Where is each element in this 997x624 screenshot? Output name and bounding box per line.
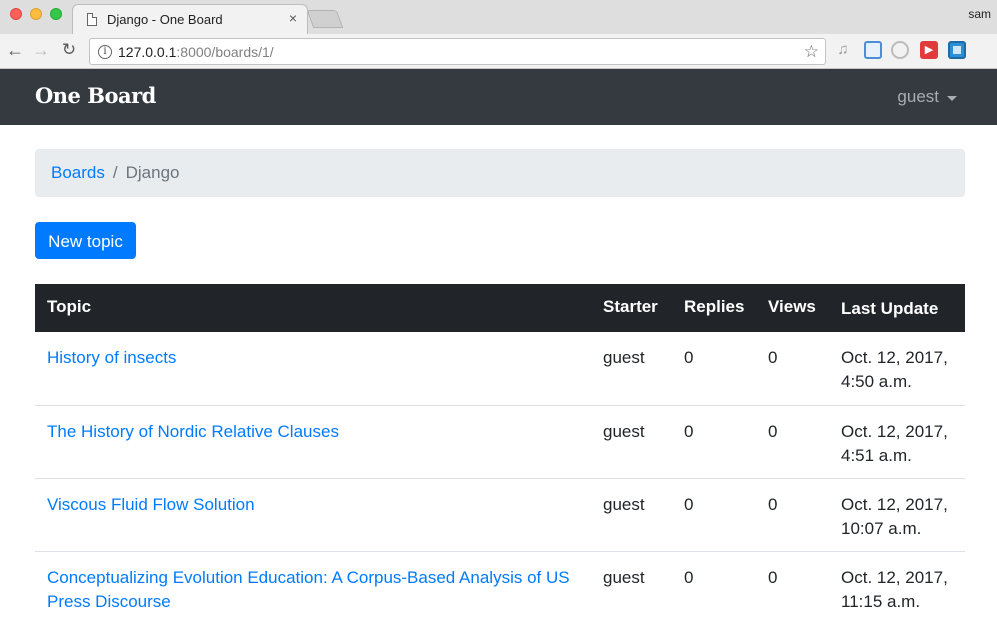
last-update-date: Oct. 12, 2017,	[841, 422, 948, 441]
last-update-date: Oct. 12, 2017,	[841, 495, 948, 514]
window-minimize-button[interactable]	[30, 8, 42, 20]
topic-replies: 0	[684, 348, 694, 367]
browser-tabstrip: Django - One Board × sam	[0, 0, 997, 34]
last-update-time: 10:07 a.m.	[841, 519, 922, 538]
header-last-update: Last Update	[841, 299, 939, 318]
topic-starter: guest	[603, 348, 645, 367]
table-header: Topic Starter Replies Views Last Update	[35, 284, 965, 332]
brand-logo[interactable]: One Board	[35, 83, 156, 108]
last-update-time: 4:50 a.m.	[841, 372, 912, 391]
play-extension-icon[interactable]: ▶	[920, 41, 938, 59]
table-row: History of insects guest 0 0 Oct. 12, 20…	[35, 332, 965, 406]
topic-views: 0	[768, 348, 778, 367]
topic-replies: 0	[684, 422, 694, 441]
topic-link[interactable]: The History of Nordic Relative Clauses	[47, 420, 587, 444]
topic-views: 0	[768, 495, 778, 514]
reload-icon[interactable]: ↻	[58, 39, 80, 61]
address-bar[interactable]: i 127.0.0.1:8000/boards/1/ ☆	[89, 38, 826, 65]
window-close-button[interactable]	[10, 8, 22, 20]
breadcrumb-separator: /	[112, 163, 118, 182]
caret-down-icon	[947, 96, 957, 101]
window-maximize-button[interactable]	[50, 8, 62, 20]
topic-last-update: Oct. 12, 2017, 4:50 a.m.	[841, 346, 961, 394]
topic-replies: 0	[684, 568, 694, 587]
table-row: Viscous Fluid Flow Solution guest 0 0 Oc…	[35, 479, 965, 552]
headphones-extension-icon[interactable]	[891, 41, 909, 59]
header-topic: Topic	[47, 297, 92, 316]
cast-extension-icon[interactable]	[864, 41, 882, 59]
site-navbar: One Board guest	[0, 69, 997, 125]
info-icon[interactable]: i	[98, 45, 112, 59]
topic-link[interactable]: Viscous Fluid Flow Solution	[47, 493, 587, 517]
header-replies: Replies	[684, 297, 745, 316]
topic-starter: guest	[603, 422, 645, 441]
forward-icon[interactable]: →	[30, 39, 52, 61]
topic-last-update: Oct. 12, 2017, 10:07 a.m.	[841, 493, 961, 541]
bookmark-star-icon[interactable]: ☆	[804, 42, 819, 62]
back-icon[interactable]: ←	[4, 39, 26, 61]
topic-starter: guest	[603, 495, 645, 514]
browser-toolbar: ← → ↻ i 127.0.0.1:8000/boards/1/ ☆ ♫ ▶	[0, 34, 997, 69]
url-path: :8000/boards/1/	[176, 44, 274, 60]
last-update-time: 4:51 a.m.	[841, 446, 912, 465]
topic-views: 0	[768, 422, 778, 441]
new-tab-button[interactable]	[306, 10, 344, 28]
topic-replies: 0	[684, 495, 694, 514]
tab-title: Django - One Board	[107, 12, 223, 27]
page-icon	[87, 13, 97, 26]
music-extension-icon[interactable]: ♫	[834, 41, 852, 59]
breadcrumb-current: Django	[125, 163, 180, 182]
topics-table: Topic Starter Replies Views Last Update …	[35, 284, 965, 624]
user-dropdown-label: guest	[897, 87, 939, 106]
table-row: The History of Nordic Relative Clauses g…	[35, 406, 965, 479]
reader-extension-icon[interactable]	[948, 41, 966, 59]
topic-views: 0	[768, 568, 778, 587]
topic-last-update: Oct. 12, 2017, 11:15 a.m.	[841, 566, 961, 614]
profile-name[interactable]: sam	[968, 7, 991, 21]
header-starter: Starter	[603, 297, 658, 316]
browser-tab[interactable]: Django - One Board ×	[72, 4, 308, 34]
topic-starter: guest	[603, 568, 645, 587]
breadcrumb: Boards / Django	[35, 149, 965, 197]
last-update-time: 11:15 a.m.	[841, 592, 921, 611]
topic-last-update: Oct. 12, 2017, 4:51 a.m.	[841, 420, 961, 468]
tab-close-icon[interactable]: ×	[289, 10, 297, 26]
topic-link[interactable]: History of insects	[47, 346, 587, 370]
last-update-date: Oct. 12, 2017,	[841, 568, 948, 587]
table-row: Conceptualizing Evolution Education: A C…	[35, 552, 965, 624]
breadcrumb-link-boards[interactable]: Boards	[51, 163, 105, 182]
url-host: 127.0.0.1	[118, 44, 177, 60]
last-update-date: Oct. 12, 2017,	[841, 348, 948, 367]
header-views: Views	[768, 297, 816, 316]
topic-link[interactable]: Conceptualizing Evolution Education: A C…	[47, 566, 587, 614]
url-text[interactable]: 127.0.0.1:8000/boards/1/	[118, 44, 274, 60]
new-topic-button[interactable]: New topic	[35, 222, 136, 259]
